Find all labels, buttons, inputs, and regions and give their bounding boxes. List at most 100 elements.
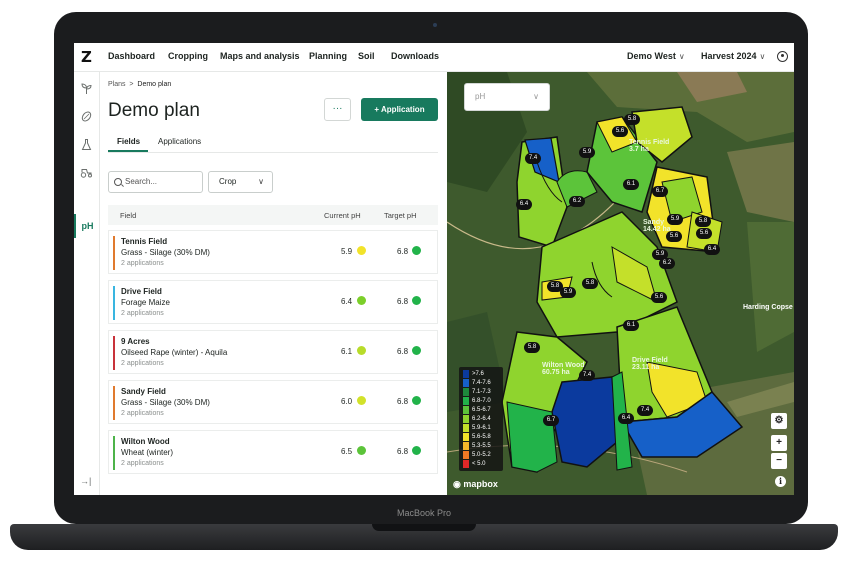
ph-value-marker: 6.2 — [569, 196, 585, 207]
ph-value-marker: 5.6 — [696, 228, 712, 239]
field-crop: Oilseed Rape (winter) - Aquila — [121, 348, 228, 357]
current-ph-value: 6.0 — [341, 397, 353, 406]
app-logo[interactable]: Z — [81, 48, 92, 66]
field-label-tennis: Tennis Field 3.7 ha — [629, 139, 670, 153]
field-row[interactable]: Wilton Wood Wheat (winter) 2 application… — [108, 430, 438, 474]
crop-color-bar — [113, 286, 115, 320]
sprout-icon[interactable] — [80, 82, 93, 95]
field-row[interactable]: Drive Field Forage Maize 2 applications … — [108, 280, 438, 324]
chevron-down-icon: ∨ — [258, 177, 264, 186]
ph-map[interactable]: pH ∨ Tennis Field 3.7 ha Sandy 14.42 ha Wi… — [447, 72, 794, 495]
app-screen: Z Dashboard Cropping Maps and analysis P… — [74, 43, 794, 495]
plan-panel: Plans > Demo plan Demo plan ··· + Applic… — [100, 72, 447, 495]
field-crop: Forage Maize — [121, 298, 170, 307]
crop-filter-select[interactable]: Crop ∨ — [208, 171, 273, 193]
column-header-current-ph[interactable]: Current pH — [324, 211, 361, 220]
nav-dashboard[interactable]: Dashboard — [108, 51, 155, 61]
ph-value-marker: 6.4 — [704, 244, 720, 255]
seed-icon[interactable] — [80, 110, 93, 123]
place-label-harding-copse: Harding Copse — [743, 304, 793, 311]
top-navigation-bar: Z Dashboard Cropping Maps and analysis P… — [74, 43, 794, 72]
field-applications-count: 2 applications — [121, 360, 164, 367]
legend-item: 5.6-5.8 — [463, 433, 503, 442]
current-ph-dot — [357, 396, 366, 405]
target-ph-value: 6.8 — [397, 397, 409, 406]
table-header: Field Current pH Target pH — [108, 205, 438, 225]
current-ph-dot — [357, 246, 366, 255]
tabs-divider — [108, 152, 438, 153]
field-row[interactable]: Tennis Field Grass - Silage (30% DM) 2 a… — [108, 230, 438, 274]
ph-value-marker: 5.9 — [579, 147, 595, 158]
harvest-select-label: Harvest 2024 — [701, 51, 757, 61]
nav-downloads[interactable]: Downloads — [391, 51, 439, 61]
target-ph-value: 6.8 — [397, 447, 409, 456]
column-header-target-ph[interactable]: Target pH — [384, 211, 417, 220]
column-header-field[interactable]: Field — [120, 211, 136, 220]
ph-value-marker: 6.7 — [652, 186, 668, 197]
ph-value-marker: 6.2 — [659, 258, 675, 269]
user-account-icon[interactable] — [777, 51, 788, 62]
zoom-in-button[interactable]: + — [771, 435, 787, 451]
target-ph-dot — [412, 246, 421, 255]
field-row[interactable]: Sandy Field Grass - Silage (30% DM) 2 ap… — [108, 380, 438, 424]
current-ph-value: 6.5 — [341, 447, 353, 456]
tractor-icon[interactable] — [80, 166, 93, 179]
info-icon[interactable]: i — [775, 476, 786, 487]
search-icon — [114, 178, 122, 186]
legend-item: 6.2-6.4 — [463, 415, 503, 424]
target-ph-dot — [412, 396, 421, 405]
page-title: Demo plan — [108, 100, 200, 121]
map-settings-button[interactable]: ⚙ — [771, 413, 787, 429]
legend-item: 5.0-5.2 — [463, 451, 503, 460]
legend-item: < 5.0 — [463, 460, 503, 469]
device-model-label: MacBook Pro — [396, 508, 452, 518]
add-application-button[interactable]: + Application — [361, 98, 438, 121]
ph-value-marker: 5.9 — [560, 287, 576, 298]
legend-item: 7.1-7.3 — [463, 388, 503, 397]
nav-cropping[interactable]: Cropping — [168, 51, 208, 61]
farm-select-label: Demo West — [627, 51, 676, 61]
chevron-down-icon: ∨ — [678, 52, 685, 61]
target-ph-value: 6.8 — [397, 297, 409, 306]
ph-value-marker: 6.4 — [516, 199, 532, 210]
field-applications-count: 2 applications — [121, 410, 164, 417]
ph-value-marker: 5.6 — [651, 292, 667, 303]
more-options-button[interactable]: ··· — [324, 98, 351, 121]
collapse-sidebar-icon[interactable]: →| — [80, 476, 91, 486]
ph-value-marker: 6.7 — [543, 415, 559, 426]
current-ph-dot — [357, 296, 366, 305]
harvest-select[interactable]: Harvest 2024 ∨ — [701, 51, 765, 61]
nav-maps-and-analysis[interactable]: Maps and analysis — [220, 51, 300, 61]
field-row[interactable]: 9 Acres Oilseed Rape (winter) - Aquila 2… — [108, 330, 438, 374]
current-ph-value: 6.4 — [341, 297, 353, 306]
field-crop: Wheat (winter) — [121, 448, 174, 457]
search-input[interactable]: Search... — [108, 171, 203, 193]
rail-item-ph[interactable]: pH — [74, 214, 99, 238]
field-applications-count: 2 applications — [121, 260, 164, 267]
ph-value-marker: 5.8 — [524, 342, 540, 353]
breadcrumb-separator-icon: > — [129, 81, 134, 88]
target-ph-value: 6.8 — [397, 247, 409, 256]
ph-value-marker: 6.1 — [623, 179, 639, 190]
chevron-down-icon: ∨ — [533, 92, 539, 101]
map-layer-select[interactable]: pH ∨ — [464, 83, 550, 111]
nav-planning[interactable]: Planning — [309, 51, 347, 61]
flask-icon[interactable] — [80, 138, 93, 151]
tab-fields[interactable]: Fields — [117, 137, 140, 146]
ph-value-marker: 5.6 — [612, 126, 628, 137]
breadcrumb-current: Demo plan — [137, 81, 172, 88]
farm-select[interactable]: Demo West ∨ — [627, 51, 685, 61]
zoom-out-button[interactable]: − — [771, 453, 787, 469]
nav-soil[interactable]: Soil — [358, 51, 375, 61]
field-name: Sandy Field — [121, 387, 166, 396]
crop-color-bar — [113, 386, 115, 420]
side-rail: pH →| — [74, 72, 100, 495]
current-ph-dot — [357, 346, 366, 355]
ph-value-marker: 5.9 — [667, 214, 683, 225]
breadcrumb-plans-link[interactable]: Plans — [108, 81, 126, 88]
current-ph-value: 5.9 — [341, 247, 353, 256]
field-crop: Grass - Silage (30% DM) — [121, 398, 210, 407]
ph-value-marker: 7.4 — [525, 153, 541, 164]
target-ph-value: 6.8 — [397, 347, 409, 356]
tab-applications[interactable]: Applications — [158, 137, 201, 146]
